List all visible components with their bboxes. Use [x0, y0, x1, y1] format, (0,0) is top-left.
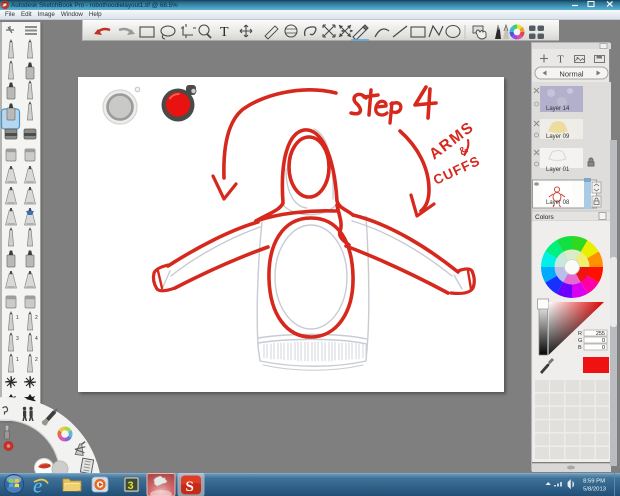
svg-text:2: 2	[35, 357, 38, 363]
svg-text:0: 0	[602, 345, 605, 351]
svg-text:T: T	[220, 25, 229, 40]
svg-text:2: 2	[35, 315, 38, 321]
svg-text:G: G	[578, 338, 582, 344]
svg-text:T: T	[558, 55, 564, 66]
svg-text:R: R	[578, 331, 582, 337]
svg-text:255: 255	[596, 331, 605, 337]
svg-text:Layer 14: Layer 14	[546, 106, 570, 112]
svg-text:Layer 01: Layer 01	[546, 167, 570, 173]
svg-text:4: 4	[35, 336, 38, 342]
svg-text:Layer 08: Layer 08	[546, 200, 570, 206]
svg-text:Normal: Normal	[559, 70, 584, 79]
svg-text:3: 3	[128, 480, 134, 492]
svg-text:Layer 09: Layer 09	[546, 134, 570, 140]
svg-text:3: 3	[16, 336, 19, 342]
svg-text:5/8/2013: 5/8/2013	[583, 487, 607, 493]
svg-text:B: B	[578, 345, 582, 351]
svg-text:Colors: Colors	[535, 214, 555, 221]
svg-text:S: S	[186, 479, 194, 495]
svg-text:e: e	[33, 474, 42, 496]
svg-text:0: 0	[602, 338, 605, 344]
svg-text:8:59 PM: 8:59 PM	[583, 479, 605, 485]
svg-text:1: 1	[16, 357, 19, 363]
svg-text:1: 1	[16, 315, 19, 321]
